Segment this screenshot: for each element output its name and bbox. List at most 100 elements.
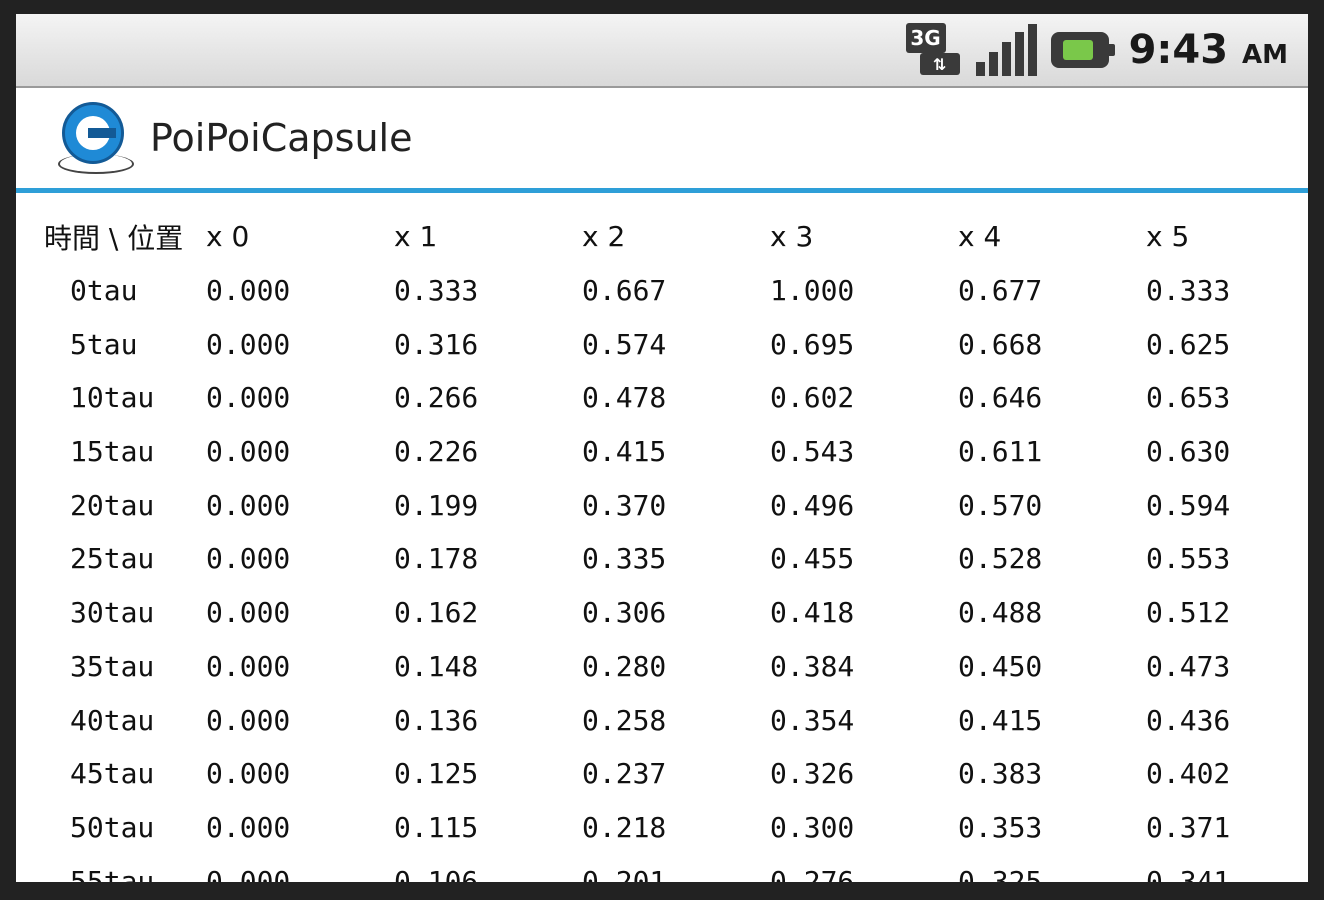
value-cell: 0.226	[394, 435, 479, 469]
value-cell: 0.630	[1146, 435, 1231, 469]
diffusion-table[interactable]: 時間 \ 位置 x 0 x 1 x 2 x 3 x 4 x 5 0tau 0.00…	[44, 210, 1294, 882]
value-cell: 0.000	[206, 757, 291, 791]
value-cell: 0.326	[770, 757, 855, 791]
value-cell: 0.000	[206, 488, 291, 522]
table-row: 40tau 0.000 0.136 0.258 0.354 0.415 0.436	[44, 693, 1294, 747]
time-cell: 5tau	[70, 327, 138, 361]
value-cell: 0.000	[206, 381, 291, 415]
table-row: 10tau 0.000 0.266 0.478 0.602 0.646 0.653	[44, 371, 1294, 425]
value-cell: 0.306	[582, 596, 667, 630]
network-type-label: 3G	[905, 23, 946, 53]
value-cell: 0.450	[958, 649, 1043, 683]
value-cell: 0.333	[1146, 274, 1231, 308]
value-cell: 0.611	[958, 435, 1043, 469]
app-logo-icon	[58, 102, 134, 174]
header-x0: x 0	[206, 220, 250, 254]
value-cell: 0.335	[582, 542, 667, 576]
value-cell: 0.325	[958, 864, 1043, 882]
value-cell: 0.000	[206, 542, 291, 576]
value-cell: 0.000	[206, 435, 291, 469]
value-cell: 0.594	[1146, 488, 1231, 522]
clock-time: 9:43	[1128, 27, 1229, 73]
value-cell: 0.000	[206, 864, 291, 882]
time-cell: 20tau	[70, 488, 155, 522]
value-cell: 0.667	[582, 274, 667, 308]
header-x3: x 3	[770, 220, 814, 254]
value-cell: 0.353	[958, 810, 1043, 844]
app-title: PoiPoiCapsule	[150, 116, 413, 160]
value-cell: 0.000	[206, 596, 291, 630]
value-cell: 0.496	[770, 488, 855, 522]
value-cell: 0.370	[582, 488, 667, 522]
value-cell: 0.625	[1146, 327, 1231, 361]
value-cell: 0.570	[958, 488, 1043, 522]
time-cell: 35tau	[70, 649, 155, 683]
header-x5: x 5	[1146, 220, 1190, 254]
value-cell: 0.383	[958, 757, 1043, 791]
value-cell: 0.473	[1146, 649, 1231, 683]
time-cell: 30tau	[70, 596, 155, 630]
value-cell: 0.415	[958, 703, 1043, 737]
network-3g-icon: 3G ⇅	[905, 23, 962, 77]
time-cell: 55tau	[70, 864, 155, 882]
value-cell: 0.371	[1146, 810, 1231, 844]
table-row: 55tau 0.000 0.106 0.201 0.276 0.325 0.341	[44, 854, 1294, 882]
value-cell: 0.677	[958, 274, 1043, 308]
value-cell: 0.000	[206, 327, 291, 361]
value-cell: 0.162	[394, 596, 479, 630]
time-cell: 10tau	[70, 381, 155, 415]
table-row: 25tau 0.000 0.178 0.335 0.455 0.528 0.553	[44, 532, 1294, 586]
table-row: 20tau 0.000 0.199 0.370 0.496 0.570 0.594	[44, 478, 1294, 532]
value-cell: 0.653	[1146, 381, 1231, 415]
data-activity-icon: ⇅	[919, 53, 960, 75]
time-cell: 50tau	[70, 810, 155, 844]
value-cell: 0.418	[770, 596, 855, 630]
table-row: 15tau 0.000 0.226 0.415 0.543 0.611 0.630	[44, 425, 1294, 479]
value-cell: 0.478	[582, 381, 667, 415]
table-row: 0tau 0.000 0.333 0.667 1.000 0.677 0.333	[44, 264, 1294, 318]
value-cell: 0.543	[770, 435, 855, 469]
value-cell: 0.199	[394, 488, 479, 522]
value-cell: 0.125	[394, 757, 479, 791]
table-header-row: 時間 \ 位置 x 0 x 1 x 2 x 3 x 4 x 5	[44, 210, 1294, 264]
time-cell: 45tau	[70, 757, 155, 791]
header-x4: x 4	[958, 220, 1002, 254]
value-cell: 0.333	[394, 274, 479, 308]
time-cell: 15tau	[70, 435, 155, 469]
value-cell: 0.000	[206, 274, 291, 308]
value-cell: 0.237	[582, 757, 667, 791]
table-body: 0tau 0.000 0.333 0.667 1.000 0.677 0.333 5tau 0.…	[44, 264, 1294, 882]
value-cell: 0.280	[582, 649, 667, 683]
value-cell: 0.553	[1146, 542, 1231, 576]
value-cell: 0.000	[206, 703, 291, 737]
value-cell: 0.300	[770, 810, 855, 844]
table-row: 30tau 0.000 0.162 0.306 0.418 0.488 0.512	[44, 586, 1294, 640]
value-cell: 0.436	[1146, 703, 1231, 737]
status-clock: 9:43 AM	[1129, 27, 1288, 73]
screen: 3G ⇅ 9:43 AM PoiPoiCapsule 時間 \ 位置 x 0 x…	[16, 14, 1308, 882]
header-time-position: 時間 \ 位置	[44, 221, 184, 255]
time-cell: 0tau	[70, 274, 138, 308]
value-cell: 0.258	[582, 703, 667, 737]
app-title-bar: PoiPoiCapsule	[16, 88, 1308, 193]
value-cell: 0.316	[394, 327, 479, 361]
value-cell: 0.000	[206, 649, 291, 683]
table-row: 35tau 0.000 0.148 0.280 0.384 0.450 0.473	[44, 640, 1294, 694]
value-cell: 0.341	[1146, 864, 1231, 882]
value-cell: 0.415	[582, 435, 667, 469]
value-cell: 0.136	[394, 703, 479, 737]
value-cell: 0.602	[770, 381, 855, 415]
value-cell: 0.384	[770, 649, 855, 683]
value-cell: 1.000	[770, 274, 855, 308]
value-cell: 0.695	[770, 327, 855, 361]
value-cell: 0.354	[770, 703, 855, 737]
time-cell: 25tau	[70, 542, 155, 576]
value-cell: 0.106	[394, 864, 479, 882]
table-row: 45tau 0.000 0.125 0.237 0.326 0.383 0.402	[44, 747, 1294, 801]
value-cell: 0.000	[206, 810, 291, 844]
value-cell: 0.488	[958, 596, 1043, 630]
header-x2: x 2	[582, 220, 626, 254]
header-x1: x 1	[394, 220, 438, 254]
clock-am-pm: AM	[1242, 40, 1288, 70]
value-cell: 0.218	[582, 810, 667, 844]
